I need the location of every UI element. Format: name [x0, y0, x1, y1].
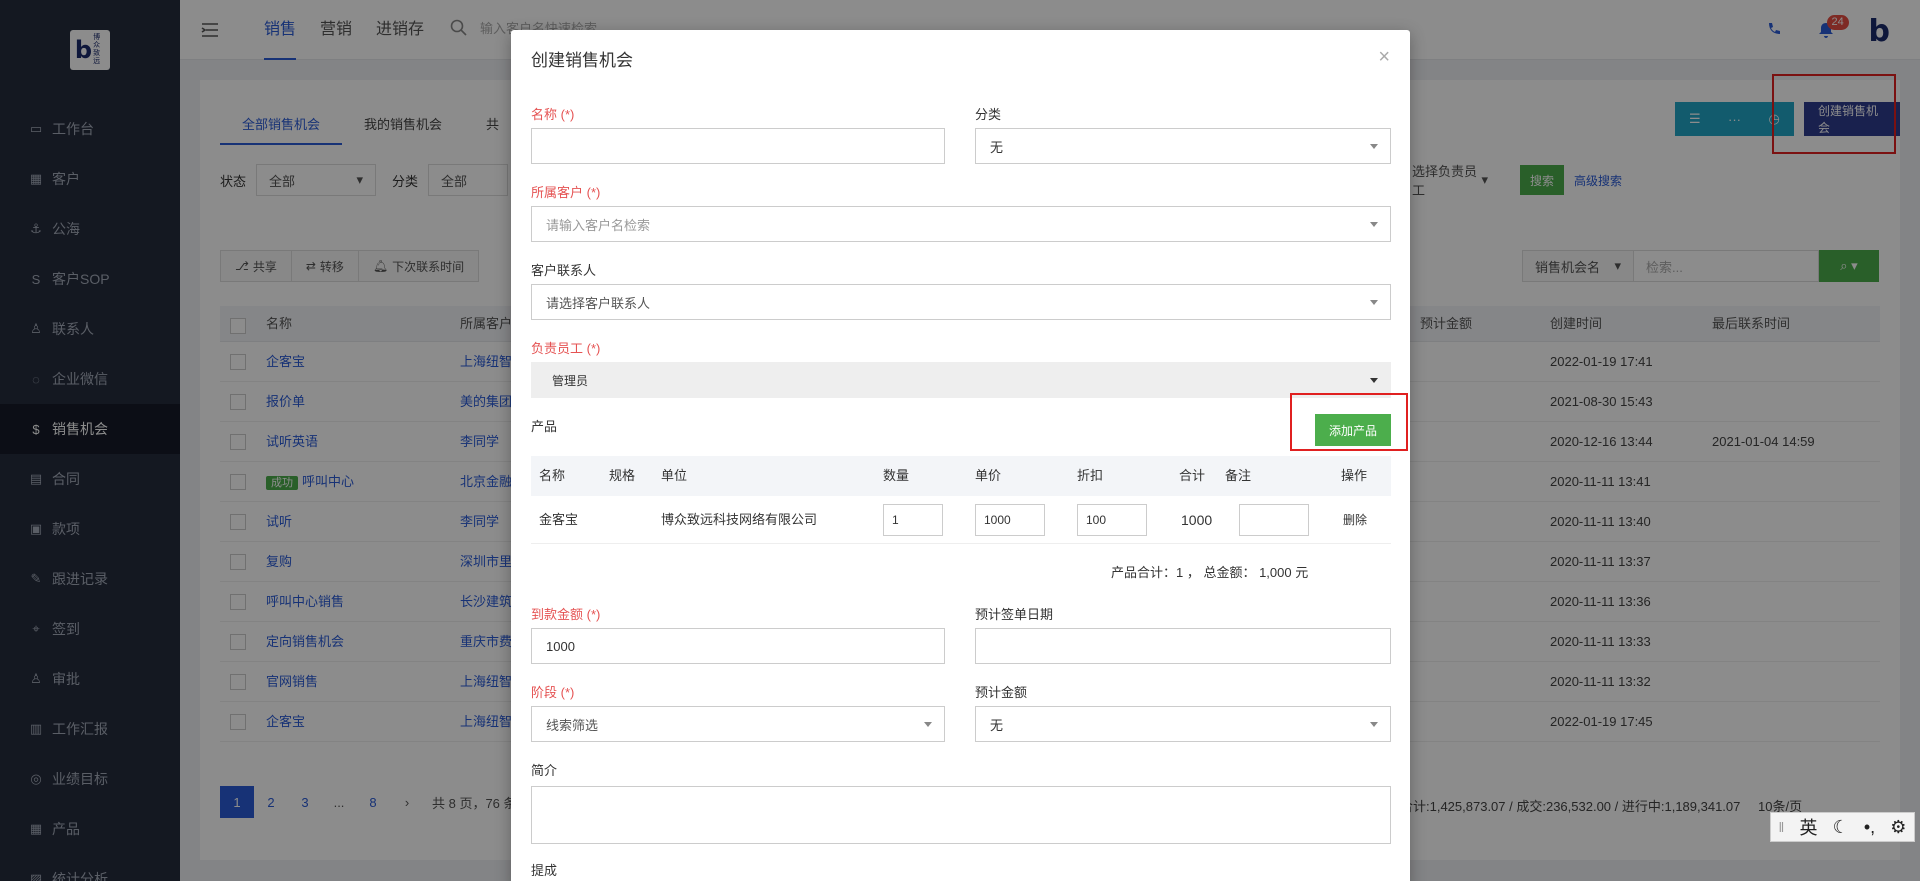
punctuation-icon[interactable]: •, — [1864, 817, 1875, 838]
pcol-total: 合计 — [1179, 468, 1206, 483]
expected-amount-select[interactable]: 无 — [975, 706, 1391, 742]
price-input[interactable]: 1000 — [975, 504, 1045, 536]
category-label: 分类 — [975, 107, 1002, 122]
delete-product-link[interactable]: 删除 — [1343, 496, 1367, 544]
stage-select[interactable]: 线索筛选 — [531, 706, 945, 742]
pcol-discount: 折扣 — [1077, 468, 1104, 483]
ime-language[interactable]: 英 — [1799, 814, 1817, 840]
customer-label: 所属客户 (*) — [531, 185, 601, 200]
contact-select[interactable]: 请选择客户联系人 — [531, 284, 1391, 320]
sign-date-label: 预计签单日期 — [975, 607, 1054, 622]
discount-input[interactable]: 100 — [1077, 504, 1147, 536]
product-summary: 产品合计：1 ， 总金额： 1,000 元 — [1111, 565, 1309, 580]
name-input[interactable] — [531, 128, 945, 164]
product-total: 1000 — [1181, 512, 1213, 528]
intro-textarea[interactable] — [531, 786, 1391, 844]
pcol-name: 名称 — [539, 468, 566, 483]
ime-toolbar: ‖ 英 ☾ •, ⚙ — [1770, 812, 1915, 842]
qty-input[interactable]: 1 — [883, 504, 943, 536]
amount-label: 到款金额 (*) — [531, 607, 601, 622]
pcol-action: 操作 — [1341, 468, 1368, 483]
create-opportunity-modal: 创建销售机会 × 名称 (*) 分类 无 所属客户 (*) 请输入客户名检索 客… — [511, 30, 1410, 881]
pcol-unit: 单位 — [661, 468, 688, 483]
product-label: 产品 — [531, 419, 558, 434]
product-table-header: 名称 规格 单位 数量 单价 折扣 合计 备注 操作 — [531, 456, 1391, 496]
product-name: 金客宝 — [539, 512, 579, 527]
highlight-add-product — [1290, 393, 1408, 451]
owner-label: 负责员工 (*) — [531, 341, 601, 356]
category-select[interactable]: 无 — [975, 128, 1391, 164]
sign-date-input[interactable] — [975, 628, 1391, 664]
gear-icon[interactable]: ⚙ — [1890, 817, 1906, 838]
intro-label: 简介 — [531, 763, 558, 778]
name-label: 名称 (*) — [531, 107, 575, 122]
product-row: 金客宝 博众致远科技网络有限公司 1 1000 100 1000 删除 — [531, 496, 1391, 544]
product-unit: 博众致远科技网络有限公司 — [661, 512, 818, 527]
commission-label: 提成 — [531, 863, 558, 878]
modal-title: 创建销售机会 — [531, 51, 633, 70]
customer-select[interactable]: 请输入客户名检索 — [531, 206, 1391, 242]
pcol-note: 备注 — [1225, 468, 1252, 483]
stage-label: 阶段 (*) — [531, 685, 575, 700]
moon-icon[interactable]: ☾ — [1833, 817, 1849, 838]
close-icon[interactable]: × — [1378, 46, 1390, 69]
contact-label: 客户联系人 — [531, 263, 597, 278]
pcol-price: 单价 — [975, 468, 1002, 483]
note-input[interactable] — [1239, 504, 1309, 536]
pcol-qty: 数量 — [883, 468, 910, 483]
amount-input[interactable]: 1000 — [531, 628, 945, 664]
owner-select[interactable]: 管理员 — [531, 362, 1391, 398]
ime-handle-icon[interactable]: ‖ — [1779, 819, 1785, 835]
pcol-spec: 规格 — [609, 468, 636, 483]
expected-amount-label: 预计金额 — [975, 685, 1028, 700]
